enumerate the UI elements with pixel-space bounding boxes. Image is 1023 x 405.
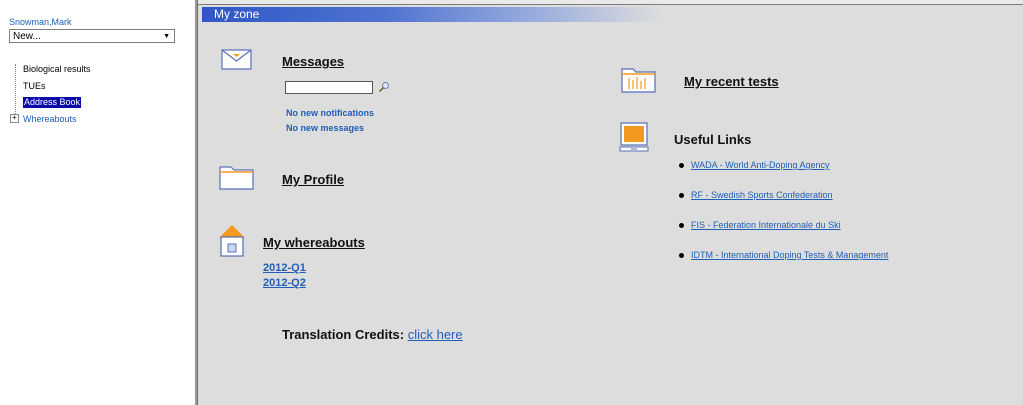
navigation-tree: Biological results TUEs Address Book + W… [10, 60, 183, 130]
main-panel: My zone Messages No new notifications No… [197, 0, 1023, 405]
link-wada[interactable]: WADA - World Anti-Doping Agency [691, 160, 830, 170]
bullet [679, 163, 684, 168]
dropdown-arrow-icon[interactable]: ▼ [163, 30, 170, 44]
whereabouts-2012-q2-link[interactable]: 2012-Q2 [263, 277, 306, 289]
link-fis[interactable]: FIS - Federation Internationale du Ski [691, 220, 841, 230]
zone-header-bar: My zone [202, 7, 662, 22]
tree-item-biological-results[interactable]: Biological results [23, 64, 91, 75]
messages-title[interactable]: Messages [282, 54, 344, 69]
tree-guide-line [15, 64, 16, 118]
user-name[interactable]: Snowman,Mark [9, 17, 72, 27]
folder-icon [219, 166, 254, 190]
whereabouts-2012-q1-link[interactable]: 2012-Q1 [263, 262, 306, 274]
bullet [679, 223, 684, 228]
envelope-icon [221, 49, 252, 70]
link-rf[interactable]: RF - Swedish Sports Confederation [691, 190, 833, 200]
search-icon[interactable] [378, 81, 390, 93]
link-idtm[interactable]: IDTM - International Doping Tests & Mana… [691, 250, 888, 260]
bullet [679, 253, 684, 258]
translation-credits-link[interactable]: click here [408, 327, 463, 342]
translation-credits: Translation Credits: click here [282, 327, 463, 342]
my-profile-title[interactable]: My Profile [282, 172, 344, 187]
house-icon [219, 225, 245, 257]
expand-plus-icon[interactable]: + [10, 114, 19, 123]
bullet [679, 193, 684, 198]
translation-credits-label: Translation Credits: [282, 327, 405, 342]
no-notifications-text[interactable]: No new notifications [286, 108, 374, 118]
no-messages-text[interactable]: No new messages [286, 123, 364, 133]
folder-chart-icon [621, 68, 656, 93]
new-select[interactable]: New... ▼ [9, 29, 175, 43]
messages-search-input[interactable] [285, 81, 373, 94]
top-border [198, 0, 1023, 5]
new-select-value: New... [13, 31, 41, 42]
tree-item-address-book[interactable]: Address Book [23, 97, 82, 108]
my-whereabouts-title[interactable]: My whereabouts [263, 235, 365, 250]
tree-item-whereabouts[interactable]: Whereabouts [23, 114, 77, 125]
sidebar: Snowman,Mark New... ▼ Biological results… [0, 0, 197, 405]
zone-title: My zone [214, 7, 260, 21]
monitor-icon [619, 122, 649, 152]
my-recent-tests-title[interactable]: My recent tests [684, 74, 779, 89]
useful-links-title: Useful Links [674, 132, 752, 147]
tree-item-tues[interactable]: TUEs [23, 81, 46, 92]
